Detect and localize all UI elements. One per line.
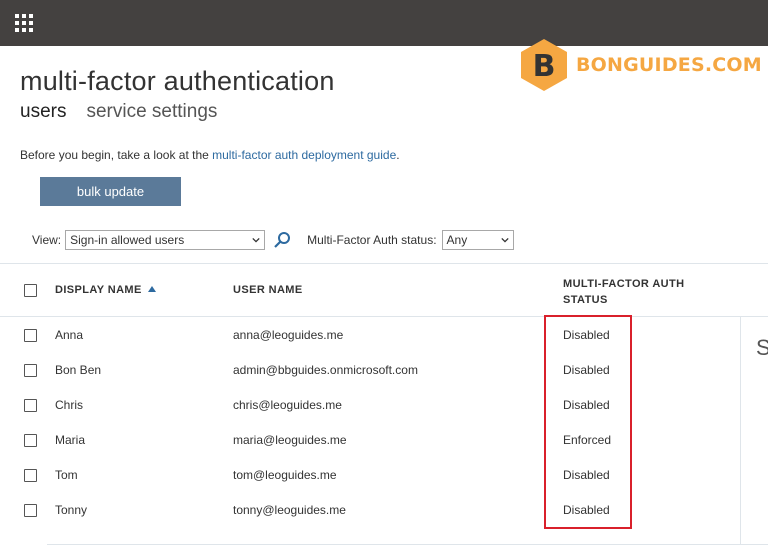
- tab-bar: users service settings: [20, 101, 217, 123]
- column-header-display-name[interactable]: DISPLAY NAME: [55, 284, 157, 296]
- mfa-status-header-line2: STATUS: [563, 294, 608, 306]
- display-name-cell[interactable]: Bon Ben: [55, 363, 101, 377]
- display-name-cell[interactable]: Chris: [55, 398, 83, 412]
- status-highlight-box: [544, 315, 632, 529]
- mfa-status-select-value: Any: [446, 233, 468, 247]
- table-bottom-border: [47, 544, 768, 545]
- intro-suffix: .: [396, 148, 400, 162]
- logo-letter: B: [533, 49, 556, 84]
- row-checkbox[interactable]: [24, 434, 37, 447]
- page-title: multi-factor authentication: [20, 66, 335, 96]
- mfa-status-select[interactable]: Any: [441, 230, 514, 250]
- user-name-cell: tonny@leoguides.me: [233, 503, 346, 517]
- hexagon-logo-icon: B: [521, 39, 567, 91]
- chevron-down-icon: [500, 237, 509, 243]
- row-checkbox[interactable]: [24, 469, 37, 482]
- bulk-update-button[interactable]: bulk update: [40, 177, 181, 206]
- row-checkbox[interactable]: [24, 329, 37, 342]
- filter-row: View: Sign-in allowed users Multi-Factor…: [32, 230, 514, 250]
- row-checkbox[interactable]: [24, 399, 37, 412]
- intro-text: Before you begin, take a look at the mul…: [20, 148, 400, 162]
- side-panel-text: S: [756, 335, 768, 360]
- brand-logo: B BONGUIDES.COM: [518, 37, 762, 93]
- chevron-down-icon: [252, 237, 260, 243]
- tab-service-settings[interactable]: service settings: [86, 101, 217, 123]
- intro-prefix: Before you begin, take a look at the: [20, 148, 213, 162]
- column-header-user-name[interactable]: USER NAME: [233, 284, 303, 296]
- mfa-status-header-line1: MULTI-FACTOR AUTH: [563, 278, 685, 290]
- user-name-cell: anna@leoguides.me: [233, 328, 344, 342]
- side-panel-divider: [740, 316, 741, 544]
- mfa-status-label: Multi-Factor Auth status:: [307, 233, 437, 247]
- tab-users[interactable]: users: [20, 101, 66, 123]
- deployment-guide-link[interactable]: multi-factor auth deployment guide: [212, 148, 396, 162]
- logo-text: BONGUIDES.COM: [576, 54, 762, 76]
- row-checkbox[interactable]: [24, 364, 37, 377]
- user-name-cell: chris@leoguides.me: [233, 398, 342, 412]
- column-header-mfa-status[interactable]: MULTI-FACTOR AUTH STATUS: [563, 276, 684, 308]
- user-name-cell: admin@bbguides.onmicrosoft.com: [233, 363, 418, 377]
- view-label: View:: [32, 233, 62, 247]
- select-all-checkbox[interactable]: [24, 284, 37, 297]
- search-icon[interactable]: [271, 230, 293, 250]
- display-name-cell[interactable]: Maria: [55, 433, 85, 447]
- display-name-cell[interactable]: Tom: [55, 468, 78, 482]
- display-name-cell[interactable]: Tonny: [55, 503, 87, 517]
- table-header-border: [0, 316, 768, 317]
- sort-ascending-icon: [148, 286, 157, 292]
- app-launcher-icon[interactable]: [15, 14, 33, 32]
- view-select-value: Sign-in allowed users: [70, 233, 185, 247]
- display-name-cell[interactable]: Anna: [55, 328, 83, 342]
- row-checkbox[interactable]: [24, 504, 37, 517]
- user-name-cell: maria@leoguides.me: [233, 433, 347, 447]
- view-select[interactable]: Sign-in allowed users: [65, 230, 266, 250]
- display-name-header-label: DISPLAY NAME: [55, 284, 142, 296]
- user-name-cell: tom@leoguides.me: [233, 468, 337, 482]
- table-top-border: [0, 263, 768, 264]
